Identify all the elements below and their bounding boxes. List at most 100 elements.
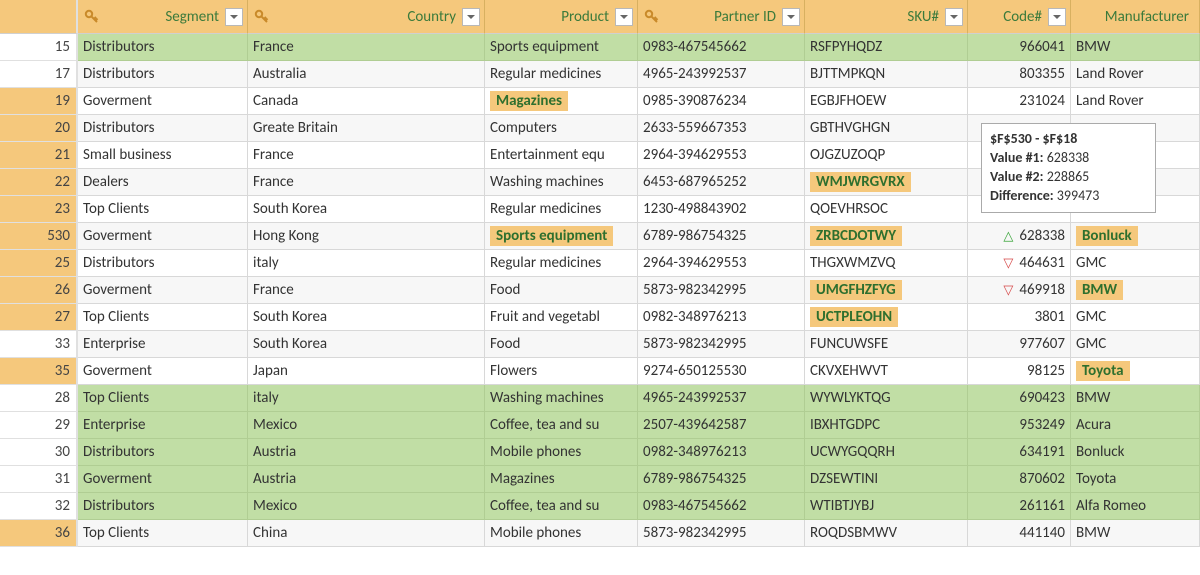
cell-manufacturer[interactable]: BMW [1071, 277, 1200, 304]
cell-partner-id[interactable]: 9274-650125530 [638, 358, 805, 385]
col-header-manufacturer[interactable]: Manufacturer [1071, 0, 1200, 34]
cell-manufacturer[interactable]: GMC [1071, 331, 1200, 358]
table-row[interactable]: 28Top ClientsitalyWashing machines4965-2… [0, 385, 1200, 412]
cell-code[interactable]: 261161 [968, 493, 1071, 520]
row-number[interactable]: 28 [0, 385, 78, 412]
cell-segment[interactable]: Goverment [78, 88, 248, 115]
table-row[interactable]: 26GovermentFranceFood5873-982342995UMGFH… [0, 277, 1200, 304]
cell-segment[interactable]: Top Clients [78, 304, 248, 331]
cell-partner-id[interactable]: 0982-348976213 [638, 439, 805, 466]
table-row[interactable]: 530GovermentHong KongSports equipment678… [0, 223, 1200, 250]
cell-country[interactable]: France [248, 277, 485, 304]
cell-partner-id[interactable]: 4965-243992537 [638, 385, 805, 412]
cell-manufacturer[interactable]: Toyota [1071, 358, 1200, 385]
row-number[interactable]: 26 [0, 277, 78, 304]
cell-country[interactable]: Hong Kong [248, 223, 485, 250]
table-row[interactable]: 25DistributorsitalyRegular medicines2964… [0, 250, 1200, 277]
cell-sku[interactable]: UCWYGQQRH [805, 439, 968, 466]
cell-partner-id[interactable]: 6789-986754325 [638, 466, 805, 493]
cell-code[interactable]: 803355 [968, 61, 1071, 88]
cell-product[interactable]: Food [485, 331, 638, 358]
cell-partner-id[interactable]: 6453-687965252 [638, 169, 805, 196]
cell-partner-id[interactable]: 2964-394629553 [638, 142, 805, 169]
col-header-code[interactable]: Code# [968, 0, 1071, 34]
row-number[interactable]: 31 [0, 466, 78, 493]
cell-manufacturer[interactable]: Acura [1071, 412, 1200, 439]
cell-product[interactable]: Mobile phones [485, 439, 638, 466]
table-row[interactable]: 27Top ClientsSouth KoreaFruit and vegeta… [0, 304, 1200, 331]
cell-partner-id[interactable]: 2507-439642587 [638, 412, 805, 439]
filter-button[interactable] [225, 8, 243, 26]
cell-code[interactable]: △628338 [968, 223, 1071, 250]
cell-country[interactable]: italy [248, 250, 485, 277]
cell-manufacturer[interactable]: GMC [1071, 304, 1200, 331]
col-header-product[interactable]: Product [485, 0, 638, 34]
filter-button[interactable] [462, 8, 480, 26]
cell-product[interactable]: Sports equipment [485, 34, 638, 61]
cell-segment[interactable]: Enterprise [78, 412, 248, 439]
cell-sku[interactable]: QOEVHRSOC [805, 196, 968, 223]
cell-sku[interactable]: GBTHVGHGN [805, 115, 968, 142]
cell-sku[interactable]: WYWLYKTQG [805, 385, 968, 412]
row-number[interactable]: 36 [0, 520, 78, 547]
cell-segment[interactable]: Enterprise [78, 331, 248, 358]
cell-manufacturer[interactable]: BMW [1071, 385, 1200, 412]
cell-sku[interactable]: IBXHTGDPC [805, 412, 968, 439]
cell-segment[interactable]: Distributors [78, 250, 248, 277]
cell-product[interactable]: Entertainment equ [485, 142, 638, 169]
cell-segment[interactable]: Top Clients [78, 520, 248, 547]
table-row[interactable]: 36Top ClientsChinaMobile phones5873-9823… [0, 520, 1200, 547]
cell-sku[interactable]: CKVXEHWVT [805, 358, 968, 385]
cell-product[interactable]: Washing machines [485, 385, 638, 412]
cell-country[interactable]: South Korea [248, 331, 485, 358]
cell-country[interactable]: Austria [248, 466, 485, 493]
cell-country[interactable]: China [248, 520, 485, 547]
cell-sku[interactable]: UCTPLEOHN [805, 304, 968, 331]
row-number[interactable]: 20 [0, 115, 78, 142]
cell-product[interactable]: Fruit and vegetabl [485, 304, 638, 331]
cell-sku[interactable]: FUNCUWSFE [805, 331, 968, 358]
filter-button[interactable] [782, 8, 800, 26]
table-row[interactable]: 17DistributorsAustraliaRegular medicines… [0, 61, 1200, 88]
cell-code[interactable]: 441140 [968, 520, 1071, 547]
cell-partner-id[interactable]: 5873-982342995 [638, 331, 805, 358]
cell-sku[interactable]: WTIBTJYBJ [805, 493, 968, 520]
cell-country[interactable]: Mexico [248, 412, 485, 439]
row-number[interactable]: 25 [0, 250, 78, 277]
row-number[interactable]: 22 [0, 169, 78, 196]
cell-sku[interactable]: DZSEWTINI [805, 466, 968, 493]
cell-country[interactable]: italy [248, 385, 485, 412]
row-number[interactable]: 29 [0, 412, 78, 439]
cell-sku[interactable]: BJTTMPKQN [805, 61, 968, 88]
cell-product[interactable]: Coffee, tea and su [485, 493, 638, 520]
cell-country[interactable]: France [248, 169, 485, 196]
cell-partner-id[interactable]: 0983-467545662 [638, 493, 805, 520]
cell-segment[interactable]: Distributors [78, 115, 248, 142]
cell-partner-id[interactable]: 5873-982342995 [638, 520, 805, 547]
row-number[interactable]: 530 [0, 223, 78, 250]
cell-product[interactable]: Regular medicines [485, 196, 638, 223]
cell-code[interactable]: ▽464631 [968, 250, 1071, 277]
cell-product[interactable]: Regular medicines [485, 61, 638, 88]
cell-product[interactable]: Washing machines [485, 169, 638, 196]
cell-country[interactable]: South Korea [248, 304, 485, 331]
filter-button[interactable] [615, 8, 633, 26]
cell-segment[interactable]: Goverment [78, 277, 248, 304]
cell-segment[interactable]: Distributors [78, 61, 248, 88]
cell-code[interactable]: ▽469918 [968, 277, 1071, 304]
cell-manufacturer[interactable]: GMC [1071, 250, 1200, 277]
filter-button[interactable] [945, 8, 963, 26]
cell-partner-id[interactable]: 0983-467545662 [638, 34, 805, 61]
cell-sku[interactable]: EGBJFHOEW [805, 88, 968, 115]
col-header-sku[interactable]: SKU# [805, 0, 968, 34]
cell-sku[interactable]: ROQDSBMWV [805, 520, 968, 547]
table-row[interactable]: 30DistributorsAustriaMobile phones0982-3… [0, 439, 1200, 466]
cell-country[interactable]: France [248, 142, 485, 169]
cell-segment[interactable]: Distributors [78, 34, 248, 61]
cell-code[interactable]: 690423 [968, 385, 1071, 412]
table-row[interactable]: 35GovermentJapanFlowers9274-650125530CKV… [0, 358, 1200, 385]
cell-code[interactable]: 634191 [968, 439, 1071, 466]
cell-manufacturer[interactable]: Bonluck [1071, 223, 1200, 250]
cell-segment[interactable]: Goverment [78, 223, 248, 250]
cell-country[interactable]: Canada [248, 88, 485, 115]
